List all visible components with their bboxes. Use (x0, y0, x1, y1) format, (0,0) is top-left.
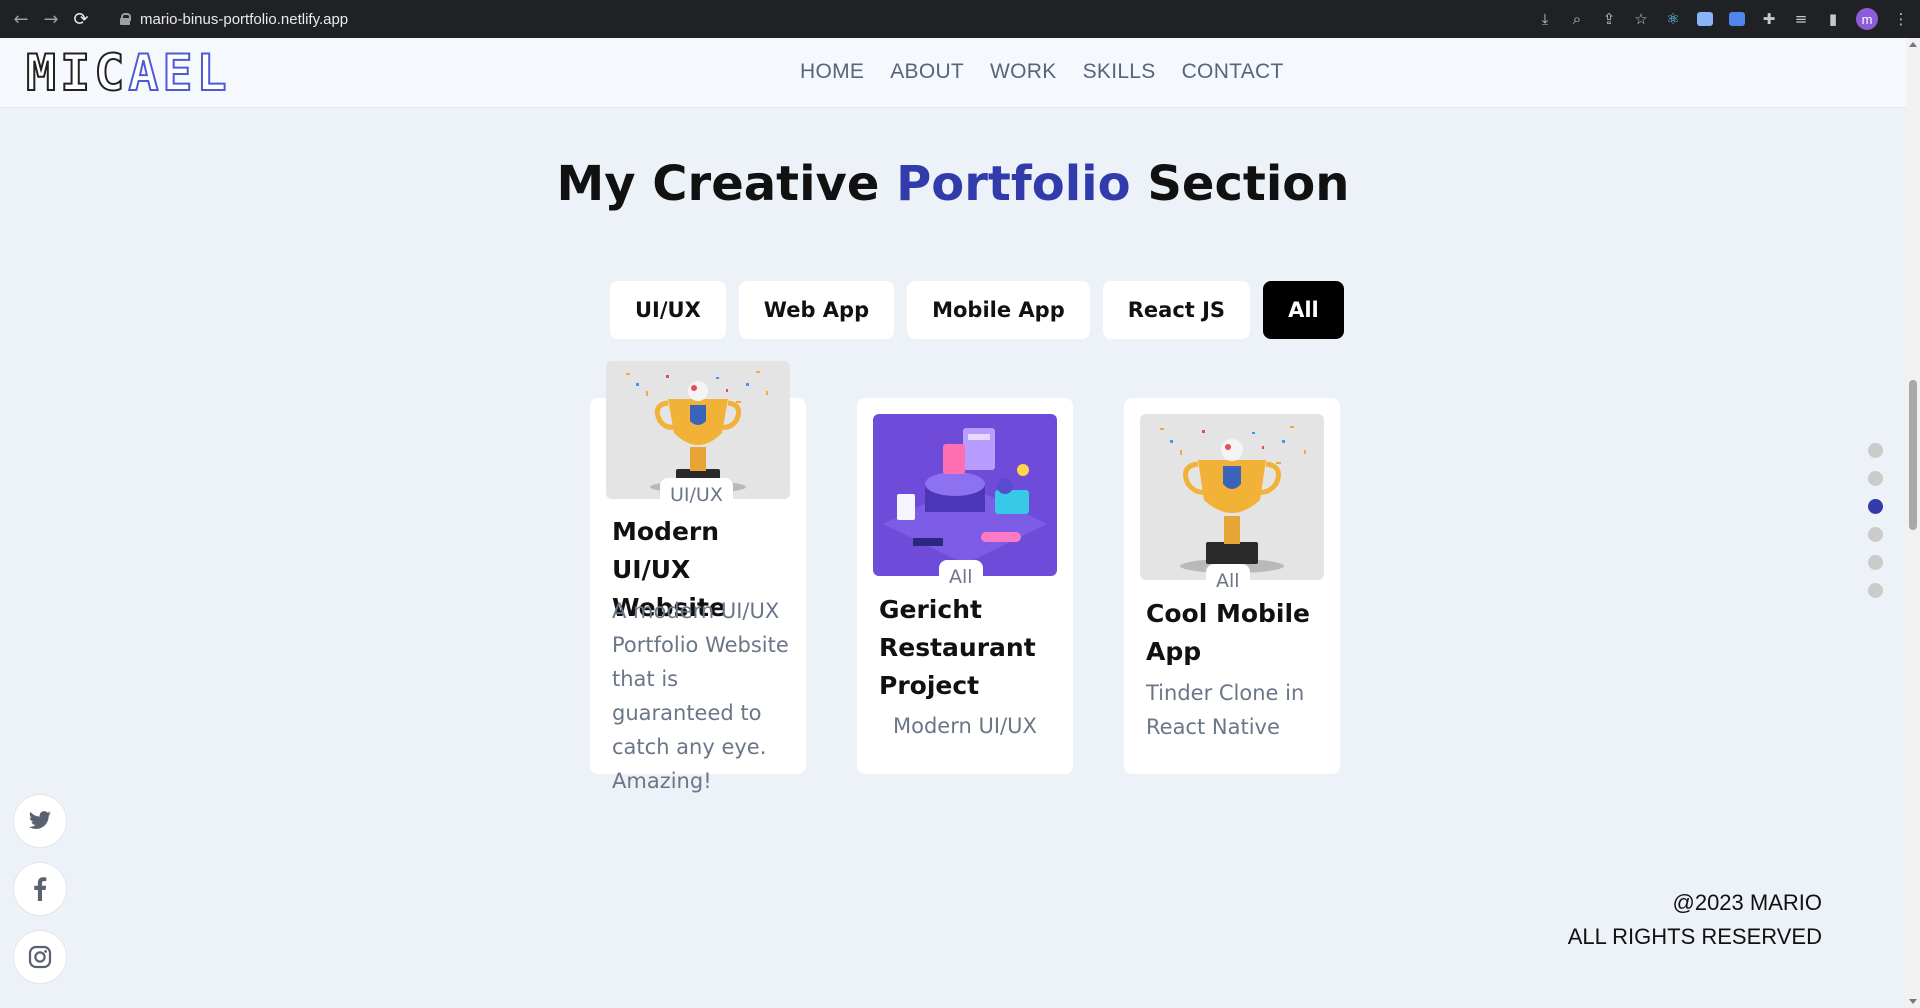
browser-toolbar: ← → ⟳ mario-binus-portfolio.netlify.app … (0, 0, 1920, 38)
instagram-icon[interactable] (13, 930, 67, 984)
section-dot-contact[interactable] (1868, 583, 1883, 598)
title-accent: Portfolio (896, 156, 1131, 212)
nav-link-contact[interactable]: CONTACT (1182, 60, 1284, 84)
filter-uiux[interactable]: UI/UX (610, 281, 726, 339)
section-dot-testimonials[interactable] (1868, 555, 1883, 570)
section-dot-about[interactable] (1868, 471, 1883, 486)
section-dot-home[interactable] (1868, 443, 1883, 458)
forward-arrow-icon[interactable]: → (36, 0, 66, 38)
site-navbar: MICAEL HOME ABOUT WORK SKILLS CONTACT (0, 38, 1906, 108)
install-icon[interactable]: ⤓ (1536, 10, 1554, 28)
title-part-2: Section (1130, 156, 1350, 212)
lock-icon (120, 13, 131, 25)
nav-link-about[interactable]: ABOUT (890, 60, 964, 84)
nav-link-work[interactable]: WORK (990, 60, 1057, 84)
side-panel-icon[interactable]: ▮ (1824, 10, 1842, 28)
section-dot-work[interactable] (1868, 499, 1883, 514)
nav-links: HOME ABOUT WORK SKILLS CONTACT (800, 60, 1284, 84)
react-devtools-icon[interactable]: ⚛ (1664, 10, 1682, 28)
copyright-line-2: ALL RIGHTS RESERVED (1567, 924, 1822, 949)
page-viewport: MICAEL HOME ABOUT WORK SKILLS CONTACT My… (0, 38, 1906, 1008)
twitter-icon[interactable] (13, 794, 67, 848)
isometric-illustration-image (873, 414, 1057, 576)
section-title: My Creative Portfolio Section (0, 156, 1906, 212)
extensions-puzzle-icon[interactable]: ✚ (1760, 10, 1778, 28)
scroll-down-arrow-icon[interactable] (1909, 999, 1917, 1004)
portfolio-card[interactable]: All Gericht Restaurant Project Modern UI… (857, 398, 1073, 774)
card-tag: All (939, 560, 983, 588)
nav-link-skills[interactable]: SKILLS (1083, 60, 1156, 84)
card-tag: UI/UX (660, 478, 733, 506)
card-title: Gericht Restaurant Project (879, 595, 1036, 700)
title-part-1: My Creative (556, 156, 897, 212)
translate-extension-icon[interactable] (1728, 10, 1746, 28)
trophy-image (1140, 414, 1324, 580)
bookmark-star-icon[interactable]: ☆ (1632, 10, 1650, 28)
share-icon[interactable]: ⇪ (1600, 10, 1618, 28)
url-text: mario-binus-portfolio.netlify.app (140, 10, 349, 28)
scrollbar-thumb[interactable] (1909, 380, 1917, 530)
zoom-icon[interactable]: ⌕ (1568, 10, 1586, 28)
reading-list-icon[interactable]: ≡ (1792, 10, 1810, 28)
copyright-line-1: @2023 MARIO (1672, 890, 1823, 915)
more-menu-icon[interactable]: ⋮ (1892, 10, 1910, 28)
card-description: Modern UI/UX (893, 714, 1037, 738)
portfolio-card[interactable]: All Cool Mobile App Tinder Clone in Reac… (1124, 398, 1340, 774)
filter-mobile-app[interactable]: Mobile App (907, 281, 1090, 339)
extension-screenshot-icon[interactable] (1696, 10, 1714, 28)
portfolio-card[interactable]: UI/UX Modern UI/UX Website A modern UI/U… (590, 361, 806, 793)
address-bar[interactable]: mario-binus-portfolio.netlify.app (108, 4, 1578, 34)
filter-web-app[interactable]: Web App (738, 281, 895, 339)
filter-bar: UI/UX Web App Mobile App React JS All (610, 281, 1344, 339)
back-arrow-icon[interactable]: ← (6, 0, 36, 38)
nav-link-home[interactable]: HOME (800, 60, 864, 84)
card-tag: All (1206, 564, 1250, 592)
card-description: A modern UI/UX Portfolio Website that is… (612, 599, 789, 793)
page-scrollbar[interactable] (1906, 38, 1920, 1008)
logo-part-1: MIC (25, 44, 129, 102)
logo-part-2: AEL (127, 44, 231, 102)
card-title: Cool Mobile App (1146, 599, 1311, 666)
filter-all[interactable]: All (1263, 281, 1344, 339)
profile-avatar[interactable]: m (1856, 8, 1878, 30)
section-dot-skills[interactable] (1868, 527, 1883, 542)
facebook-icon[interactable] (13, 862, 67, 916)
card-description: Tinder Clone in React Native (1146, 681, 1305, 739)
social-links (13, 794, 67, 984)
filter-react-js[interactable]: React JS (1102, 281, 1251, 339)
scroll-up-arrow-icon[interactable] (1909, 42, 1917, 47)
copyright: @2023 MARIO ALL RIGHTS RESERVED (1568, 886, 1822, 954)
reload-icon[interactable]: ⟳ (66, 0, 96, 38)
site-logo[interactable]: MICAEL (25, 47, 231, 99)
section-nav-dots (1868, 443, 1883, 598)
